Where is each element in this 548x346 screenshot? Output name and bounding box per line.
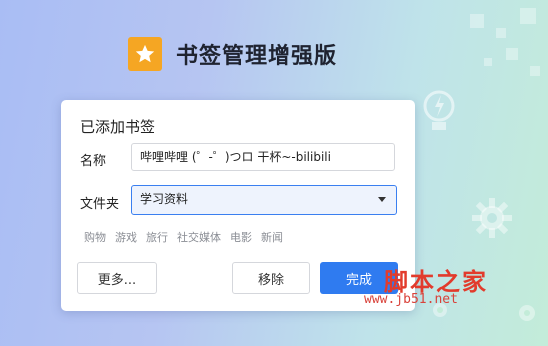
- folder-select[interactable]: 学习资料: [131, 185, 397, 215]
- lightbulb-icon: [422, 86, 456, 144]
- tag-item[interactable]: 社交媒体: [177, 229, 221, 245]
- dialog-title: 已添加书签: [80, 118, 156, 136]
- decor-square: [470, 14, 484, 28]
- gear-icon: [516, 302, 538, 328]
- chevron-down-icon: [378, 197, 386, 202]
- decor-square: [496, 28, 506, 38]
- decor-square: [530, 66, 540, 76]
- decor-square: [520, 8, 536, 24]
- tag-list: 购物 游戏 旅行 社交媒体 电影 新闻: [84, 229, 283, 245]
- name-label: 名称: [80, 154, 107, 169]
- decor-square: [484, 58, 492, 66]
- gear-icon: [470, 196, 514, 244]
- app-header: 书签管理增强版: [128, 37, 337, 71]
- tag-item[interactable]: 新闻: [261, 229, 283, 245]
- remove-button[interactable]: 移除: [232, 262, 310, 294]
- tag-item[interactable]: 电影: [230, 229, 252, 245]
- more-button[interactable]: 更多...: [77, 262, 157, 294]
- app-title: 书签管理增强版: [176, 44, 338, 69]
- watermark-url: www.jb51.net: [364, 292, 458, 307]
- tag-item[interactable]: 旅行: [146, 229, 168, 245]
- star-icon: [128, 37, 162, 71]
- tag-item[interactable]: 购物: [84, 229, 106, 245]
- folder-label: 文件夹: [80, 197, 120, 212]
- decor-square: [506, 48, 518, 60]
- tag-item[interactable]: 游戏: [115, 229, 137, 245]
- name-input[interactable]: 哔哩哔哩 (゜-゜)つロ 干杯~-bilibili: [131, 143, 395, 171]
- bookmark-dialog: 已添加书签 名称 哔哩哔哩 (゜-゜)つロ 干杯~-bilibili 文件夹 学…: [61, 100, 415, 311]
- folder-select-value: 学习资料: [140, 192, 189, 206]
